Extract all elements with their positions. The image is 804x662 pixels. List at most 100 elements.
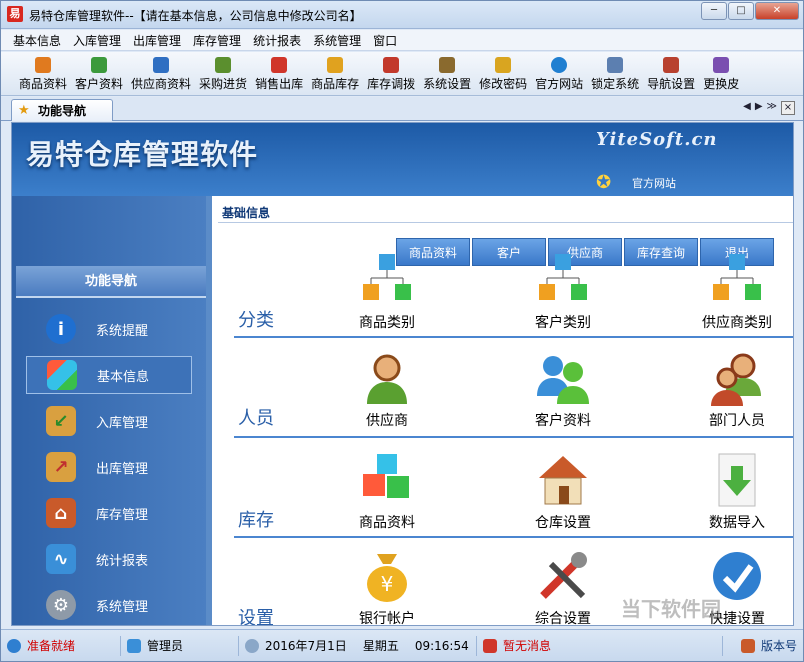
row-label-stock: 库存: [238, 510, 274, 531]
nav-item-label: 系统管理: [96, 599, 149, 615]
toolbar-label: 系统设置: [423, 77, 472, 91]
row-divider: [234, 336, 793, 338]
nav-item-inbound[interactable]: ↙ 入库管理: [26, 402, 192, 440]
section-divider: [218, 222, 793, 223]
nav-item-reports[interactable]: ∿ 统计报表: [26, 540, 192, 578]
toolbar-label: 商品库存: [311, 77, 360, 91]
toolbar-label: 官方网站: [535, 77, 584, 91]
toolbar-navigation-button[interactable]: 导航设置: [643, 52, 699, 95]
toolbar-customers-button[interactable]: 客户资料: [71, 52, 127, 95]
hierarchy-icon: [539, 254, 587, 300]
menu-reports[interactable]: 统计报表: [247, 32, 307, 49]
status-messages[interactable]: 暂无消息: [477, 635, 723, 656]
official-site-link[interactable]: ✪ 官方网站: [596, 173, 676, 193]
menu-system[interactable]: 系统管理: [307, 32, 367, 49]
section-title: 基础信息: [222, 206, 271, 220]
app-window: 易 易特仓库管理软件--【请在基本信息，公司信息中修改公司名】 ─ □ ✕ 基本…: [0, 0, 804, 662]
lock-icon: [607, 57, 624, 73]
row-label-category: 分类: [238, 310, 274, 331]
nav-item-system-reminder[interactable]: i 系统提醒: [26, 310, 192, 348]
tile-customer[interactable]: 客户资料: [508, 350, 618, 430]
row-divider: [234, 436, 793, 438]
purchase-icon: [215, 57, 232, 73]
house-icon: [539, 456, 587, 505]
maximize-button[interactable]: □: [728, 2, 754, 20]
toolbar-sales-button[interactable]: 销售出库: [251, 52, 307, 95]
tile-supplier[interactable]: 供应商: [332, 350, 442, 430]
status-ready-text: 准备就绪: [27, 639, 76, 653]
menu-basic-info[interactable]: 基本信息: [7, 32, 67, 49]
status-date: 2016年7月1日: [265, 639, 347, 653]
toolbar-label: 采购进货: [199, 77, 248, 91]
nav-item-label: 入库管理: [96, 415, 149, 431]
toolbar-stock-button[interactable]: 商品库存: [307, 52, 363, 95]
toolbar-purchase-button[interactable]: 采购进货: [195, 52, 251, 95]
nav-item-basic-info[interactable]: 基本信息: [26, 356, 192, 394]
tab-next-icon[interactable]: ▶: [755, 101, 763, 115]
side-nav-header: 功能导航: [16, 266, 206, 298]
transfer-icon: [383, 57, 400, 73]
toolbar-suppliers-button[interactable]: 供应商资料: [127, 52, 195, 95]
tile-general-settings[interactable]: 综合设置: [508, 548, 618, 625]
toolbar-label: 供应商资料: [131, 77, 192, 91]
tab-close-icon[interactable]: ×: [781, 101, 795, 115]
toolbar-label: 导航设置: [647, 77, 696, 91]
toolbar-skin-button[interactable]: 更换皮: [699, 52, 743, 95]
globe-icon: [7, 638, 21, 653]
tile-goods[interactable]: 商品资料: [332, 452, 442, 532]
tab-list-icon[interactable]: ≫: [767, 101, 777, 115]
tile-label: 客户资料: [535, 413, 591, 429]
status-version[interactable]: 版本号: [735, 636, 803, 656]
tile-staff[interactable]: 部门人员: [682, 350, 792, 430]
tile-label: 数据导入: [709, 515, 765, 531]
tab-function-navigation[interactable]: ★ 功能导航: [11, 99, 113, 121]
nav-item-outbound[interactable]: ↗ 出库管理: [26, 448, 192, 486]
toolbar-transfer-button[interactable]: 库存调拨: [363, 52, 419, 95]
nav-item-system[interactable]: ⚙ 系统管理: [26, 586, 192, 624]
nav-item-inventory[interactable]: ⌂ 库存管理: [26, 494, 192, 532]
stock-icon: [327, 57, 344, 73]
tile-label: 商品资料: [359, 515, 415, 531]
gears-icon: ⚙: [46, 590, 76, 620]
menu-inbound[interactable]: 入库管理: [67, 32, 127, 49]
tile-label: 商品类别: [359, 315, 415, 331]
toolbar-label: 锁定系统: [591, 77, 640, 91]
box-out-icon: ↗: [46, 452, 76, 482]
nav-item-label: 库存管理: [96, 507, 149, 523]
navigation-icon: [663, 57, 680, 73]
tile-warehouse[interactable]: 仓库设置: [508, 452, 618, 532]
tile-data-import[interactable]: 数据导入: [682, 452, 792, 532]
menu-outbound[interactable]: 出库管理: [127, 32, 187, 49]
brand-site: YiteSoft.cn: [596, 129, 718, 150]
title-bar[interactable]: 易 易特仓库管理软件--【请在基本信息，公司信息中修改公司名】 ─ □ ✕: [1, 1, 803, 29]
menu-window[interactable]: 窗口: [367, 32, 403, 49]
tile-goods-category[interactable]: 商品类别: [332, 252, 442, 332]
tile-bank-account[interactable]: ¥ 银行帐户: [332, 548, 442, 625]
tools-icon: [540, 552, 587, 599]
toolbar-website-button[interactable]: 官方网站: [531, 52, 587, 95]
tile-label: 部门人员: [709, 413, 765, 429]
side-nav: 功能导航 i 系统提醒 基本信息 ↙ 入库管理 ↗ 出库管理 ⌂ 库存管理 ∿ …: [12, 196, 206, 625]
tab-prev-icon[interactable]: ◀: [743, 101, 751, 115]
cubes-icon: [47, 360, 77, 390]
running-man-icon: ✪: [596, 172, 612, 193]
toolbar-settings-button[interactable]: 系统设置: [419, 52, 475, 95]
official-site-label: 官方网站: [632, 177, 676, 190]
settings-icon: [439, 57, 456, 73]
close-button[interactable]: ✕: [755, 2, 799, 20]
minimize-button[interactable]: ─: [701, 2, 727, 20]
toolbar-password-button[interactable]: 修改密码: [475, 52, 531, 95]
tile-customer-category[interactable]: 客户类别: [508, 252, 618, 332]
toolbar-lock-button[interactable]: 锁定系统: [587, 52, 643, 95]
message-icon: [483, 638, 497, 653]
cubes-icon: [363, 454, 409, 498]
window-title: 易特仓库管理软件--【请在基本信息，公司信息中修改公司名】: [29, 9, 362, 23]
menu-inventory[interactable]: 库存管理: [187, 32, 247, 49]
banner: 易特仓库管理软件 YiteSoft.cn ✪ 官方网站: [12, 123, 793, 196]
toolbar-goods-button[interactable]: 商品资料: [15, 52, 71, 95]
row-label-settings: 设置: [238, 608, 274, 626]
people-icon: [537, 356, 589, 404]
svg-text:¥: ¥: [381, 572, 394, 596]
tile-supplier-category[interactable]: 供应商类别: [682, 252, 792, 332]
staff-icon: [711, 353, 761, 406]
